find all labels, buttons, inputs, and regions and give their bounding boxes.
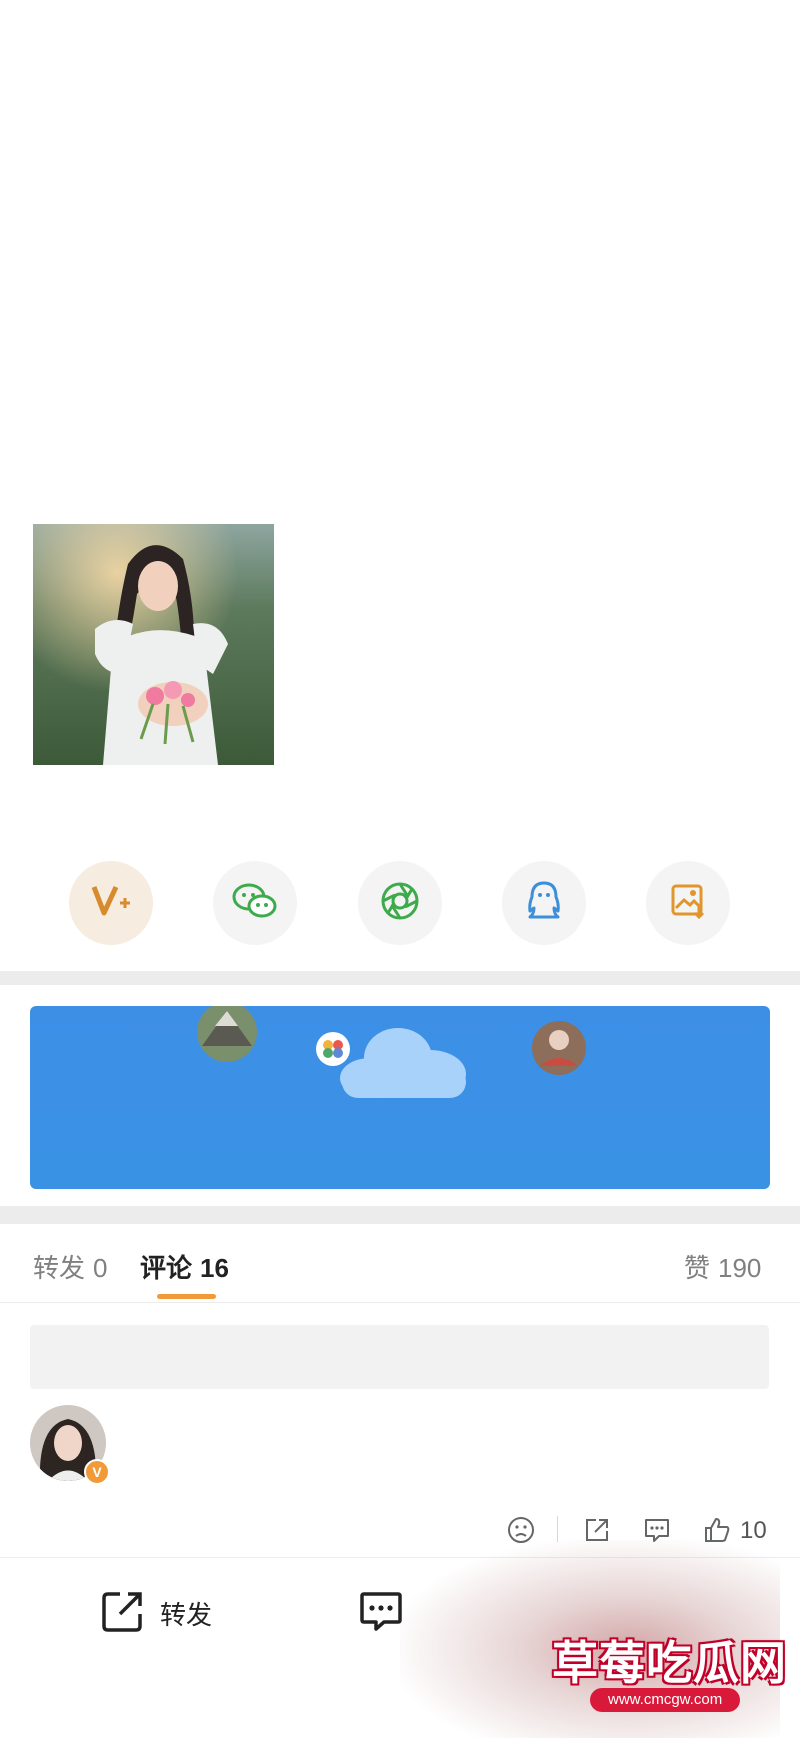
repost-icon [100, 1588, 146, 1639]
comment-icon [358, 1592, 404, 1638]
watermark-url: www.cmcgw.com [590, 1688, 741, 1712]
wechat-icon [232, 882, 278, 925]
wechat-share-button[interactable] [213, 861, 297, 945]
floating-avatar-mountain [197, 1006, 257, 1062]
watermark-title: 草莓吃瓜网 [552, 1637, 787, 1689]
active-tab-indicator [157, 1294, 216, 1299]
section-divider [0, 971, 800, 985]
bottom-repost-button[interactable]: 转发 [100, 1588, 212, 1639]
tab-repost[interactable]: 转发 0 [33, 1248, 107, 1285]
tab-bar-divider [0, 1302, 800, 1303]
floating-avatar-person [532, 1021, 586, 1075]
tab-likes[interactable]: 赞 190 [684, 1248, 761, 1285]
bottom-comment-button[interactable] [358, 1588, 404, 1639]
verified-badge: V [84, 1459, 110, 1485]
qq-icon [525, 880, 563, 927]
save-image-icon [669, 882, 707, 925]
cloud-banner[interactable] [30, 1006, 770, 1189]
action-divider [557, 1516, 558, 1542]
cloud-icon [340, 1028, 466, 1098]
section-divider [0, 1206, 800, 1224]
tab-comments[interactable]: 评论 16 [140, 1248, 229, 1285]
vip-share-button[interactable] [69, 861, 153, 945]
floating-avatar-photos [316, 1032, 350, 1066]
comment-input-bar[interactable] [30, 1325, 769, 1389]
save-image-button[interactable] [646, 861, 730, 945]
bottom-repost-label: 转发 [160, 1600, 213, 1630]
post-photo[interactable] [33, 524, 274, 765]
qq-share-button[interactable] [502, 861, 586, 945]
moments-share-button[interactable] [358, 861, 442, 945]
moments-icon [379, 880, 421, 927]
vip-forward-icon [90, 883, 132, 924]
